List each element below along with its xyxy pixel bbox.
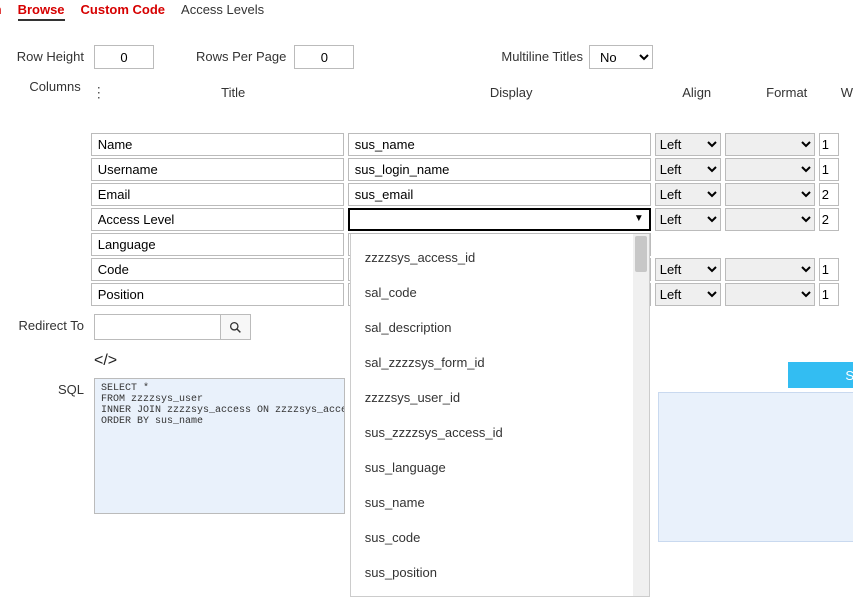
column-title-input[interactable] bbox=[91, 133, 344, 156]
rows-per-page-label: Rows Per Page bbox=[196, 45, 286, 64]
redirect-to-label: Redirect To bbox=[0, 314, 94, 333]
dropdown-option[interactable]: sus_code bbox=[351, 520, 649, 555]
column-row: Left bbox=[91, 133, 853, 156]
dropdown-scrollbar[interactable]: ▴ bbox=[633, 234, 649, 596]
dropdown-option[interactable]: sal_zzzzsys_form_id bbox=[351, 345, 649, 380]
save-button[interactable]: S bbox=[788, 362, 853, 388]
column-display-input[interactable] bbox=[348, 158, 651, 181]
column-format-select[interactable] bbox=[725, 258, 815, 281]
column-width-input[interactable] bbox=[819, 258, 839, 281]
column-title-input[interactable] bbox=[91, 208, 344, 231]
dropdown-option[interactable]: zzzzsys_user_id bbox=[351, 380, 649, 415]
column-align-select[interactable]: Left bbox=[655, 258, 721, 281]
column-align-select[interactable]: Left bbox=[655, 208, 721, 231]
tab-browse[interactable]: Browse bbox=[18, 2, 65, 21]
redirect-lookup-button[interactable] bbox=[221, 314, 251, 340]
column-align-select[interactable]: Left bbox=[655, 183, 721, 206]
column-format-select[interactable] bbox=[725, 183, 815, 206]
column-align-select[interactable]: Left bbox=[655, 133, 721, 156]
tab-custom-code[interactable]: Custom Code bbox=[81, 2, 166, 21]
row-height-label: Row Height bbox=[0, 45, 94, 64]
tab-in[interactable]: in bbox=[0, 2, 2, 21]
sql-label: SQL bbox=[0, 378, 94, 397]
column-align-select[interactable]: Left bbox=[655, 158, 721, 181]
column-width-input[interactable] bbox=[819, 183, 839, 206]
rows-per-page-input[interactable] bbox=[294, 45, 354, 69]
column-menu-icon[interactable]: ⋮ bbox=[91, 84, 107, 101]
redirect-to-input[interactable] bbox=[94, 314, 221, 340]
dropdown-option[interactable]: sal_description bbox=[351, 310, 649, 345]
dropdown-option[interactable]: sus_language bbox=[351, 450, 649, 485]
column-display-input[interactable] bbox=[348, 133, 651, 156]
column-format-select[interactable] bbox=[725, 158, 815, 181]
column-title-input[interactable] bbox=[91, 183, 344, 206]
column-width-input[interactable] bbox=[819, 133, 839, 156]
column-align-select[interactable]: Left bbox=[655, 283, 721, 306]
scrollbar-thumb[interactable] bbox=[635, 236, 647, 272]
column-format-select[interactable] bbox=[725, 133, 815, 156]
column-width-input[interactable] bbox=[819, 283, 839, 306]
header-title: Title bbox=[107, 85, 360, 100]
column-title-input[interactable] bbox=[91, 258, 344, 281]
header-width: W bbox=[841, 85, 853, 100]
columns-label: Columns bbox=[0, 75, 91, 308]
header-display: Display bbox=[360, 85, 663, 100]
tab-access-levels[interactable]: Access Levels bbox=[181, 2, 264, 21]
sql-textarea[interactable]: SELECT * FROM zzzzsys_user INNER JOIN zz… bbox=[94, 378, 345, 514]
multiline-titles-label: Multiline Titles bbox=[501, 45, 583, 64]
code-toggle-icon[interactable]: </> bbox=[94, 352, 117, 370]
column-format-select[interactable] bbox=[725, 208, 815, 231]
column-display-combo[interactable]: zzzzsys_access_idsal_codesal_description… bbox=[348, 208, 651, 231]
dropdown-option[interactable]: sus_position bbox=[351, 555, 649, 590]
column-title-input[interactable] bbox=[91, 233, 344, 256]
column-row: Left bbox=[91, 158, 853, 181]
display-dropdown: zzzzsys_access_idsal_codesal_description… bbox=[350, 234, 650, 597]
column-width-input[interactable] bbox=[819, 208, 839, 231]
dropdown-option[interactable]: sal_code bbox=[351, 275, 649, 310]
header-align: Align bbox=[663, 85, 731, 100]
column-display-input[interactable] bbox=[348, 183, 651, 206]
multiline-titles-select[interactable]: No bbox=[589, 45, 653, 69]
row-height-input[interactable] bbox=[94, 45, 154, 69]
tabs-bar: in Browse Custom Code Access Levels bbox=[0, 0, 853, 25]
preview-panel bbox=[658, 392, 853, 542]
column-format-select[interactable] bbox=[725, 283, 815, 306]
dropdown-option[interactable]: zzzzsys_access_id bbox=[351, 240, 649, 275]
search-icon bbox=[229, 321, 242, 334]
dropdown-option[interactable]: sus_name bbox=[351, 485, 649, 520]
column-title-input[interactable] bbox=[91, 283, 344, 306]
column-row: Left bbox=[91, 183, 853, 206]
header-format: Format bbox=[743, 85, 831, 100]
columns-header: ⋮ Title Display Align Format W bbox=[91, 75, 853, 109]
dropdown-option[interactable]: sus_zzzzsys_access_id bbox=[351, 415, 649, 450]
column-title-input[interactable] bbox=[91, 158, 344, 181]
column-width-input[interactable] bbox=[819, 158, 839, 181]
column-row: zzzzsys_access_idsal_codesal_description… bbox=[91, 208, 853, 231]
